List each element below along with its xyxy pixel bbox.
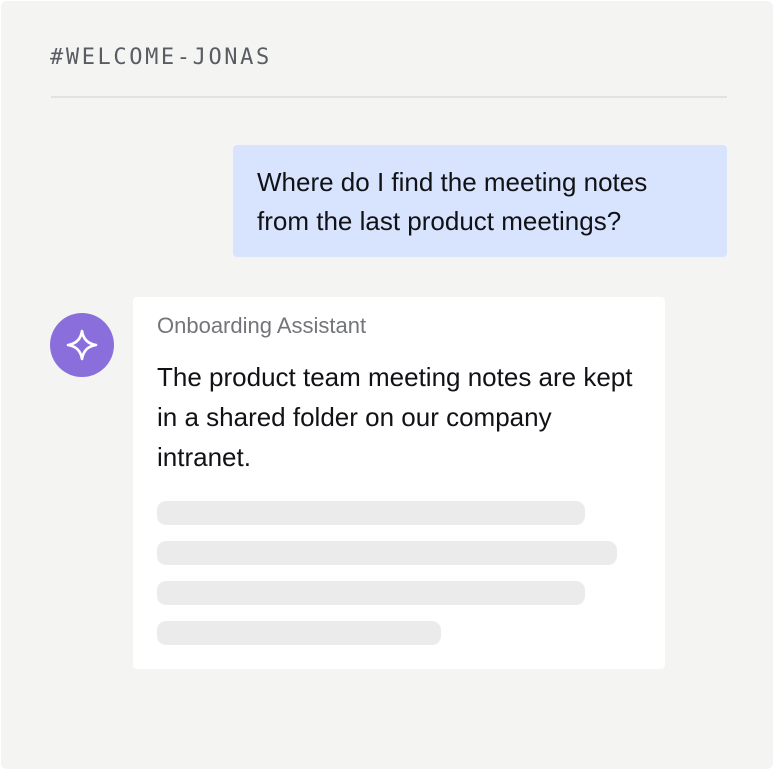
assistant-message-card: Onboarding Assistant The product team me… [133,297,665,669]
loading-placeholder-line [157,501,585,525]
chat-window: #WELCOME-JONAS Where do I find the meeti… [1,1,773,769]
assistant-avatar [50,313,114,377]
loading-placeholder-line [157,541,617,565]
user-message-bubble: Where do I find the meeting notes from t… [233,145,727,257]
loading-placeholder-line [157,621,441,645]
header-divider [51,96,727,98]
loading-placeholder-line [157,581,585,605]
sparkle-icon [66,329,98,361]
channel-title: #WELCOME-JONAS [50,45,272,70]
user-message-text: Where do I find the meeting notes from t… [257,167,648,236]
assistant-message-text: The product team meeting notes are kept … [157,362,633,472]
assistant-name: Onboarding Assistant [157,313,367,338]
